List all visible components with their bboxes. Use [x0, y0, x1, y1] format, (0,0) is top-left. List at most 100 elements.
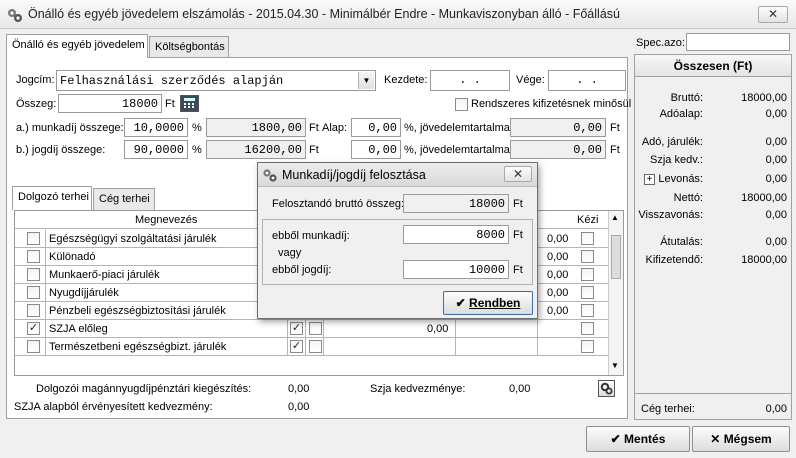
window-title: Önálló és egyéb jövedelem elszámolás - 2… [28, 7, 620, 21]
dialog-munkadij-input[interactable]: 8000 [403, 225, 509, 244]
alap-label: Alap: [322, 122, 348, 134]
check-icon: ✔ [610, 432, 621, 446]
table-row[interactable]: Természetbeni egészségbizt. járulék [15, 338, 608, 356]
vege-label: Vége: [516, 74, 545, 86]
row-select-checkbox[interactable] [27, 268, 40, 281]
summary-panel: Összesen (Ft) Bruttó: 18000,00 Adóalap: … [634, 54, 792, 420]
cancel-button[interactable]: ✕ Mégsem [692, 426, 790, 452]
dialog-brutto-label: Felosztandó bruttó összeg: [272, 198, 405, 210]
row-name: Természetbeni egészségbizt. járulék [49, 341, 227, 353]
ceg-terhei-value: 0,00 [765, 403, 787, 415]
row-divider [455, 338, 456, 356]
jogdij-pct-input[interactable]: 90,0000 [124, 140, 188, 159]
kezdete-label: Kezdete: [384, 74, 428, 86]
row-kezi-checkbox[interactable] [581, 286, 594, 299]
row-value: 0,00 [547, 233, 569, 245]
jogdij-jov: 0,00 [510, 140, 606, 159]
row-kezi-checkbox[interactable] [581, 232, 594, 245]
row-divider [537, 338, 538, 356]
jovedelem-label-b: jövedelemtartalma: [420, 144, 513, 156]
row-divider [323, 320, 324, 338]
osszeg-label: Összeg: [16, 98, 57, 110]
osszeg-ft: Ft [165, 98, 175, 110]
row-name: Egészségügyi szolgáltatási járulék [49, 233, 217, 245]
table-row[interactable]: SZJA előleg 0,00 [15, 320, 608, 338]
row-kezi-checkbox[interactable] [581, 322, 594, 335]
row-select-checkbox[interactable] [27, 286, 40, 299]
levonas-label: Levonás: [658, 173, 703, 185]
atutalas-value: 0,00 [765, 236, 787, 248]
kifizetendo-value: 18000,00 [741, 254, 787, 266]
row-select-checkbox[interactable] [27, 304, 40, 317]
dialog-ok-button[interactable]: ✔ Rendben [443, 291, 533, 315]
save-button[interactable]: ✔ Mentés [586, 426, 690, 452]
row-select-checkbox[interactable] [27, 250, 40, 263]
row-value: 0,00 [547, 305, 569, 317]
dialog-close-button[interactable]: ✕ [504, 166, 532, 182]
jogcim-select[interactable]: Felhasználási szerződés alapján [56, 70, 376, 91]
tab-ceg-terhei[interactable]: Cég terhei [93, 188, 155, 210]
jogdij-alap-input[interactable]: 0,00 [351, 140, 401, 159]
row-flag-checkbox[interactable] [290, 322, 303, 335]
ado-label: Adó, járulék: [641, 136, 703, 148]
grid-scrollbar[interactable]: ▲ ▼ [608, 211, 623, 375]
close-button[interactable]: ✕ [758, 6, 788, 23]
jogcim-value: Felhasználási szerződés alapján [60, 74, 284, 88]
row-divider [45, 230, 46, 248]
tab-dolgozo-terhei[interactable]: Dolgozó terhei [12, 186, 92, 210]
row-kezi-checkbox[interactable] [581, 268, 594, 281]
jogdij-jov-ft: Ft [610, 144, 620, 156]
spec-input[interactable] [686, 33, 790, 51]
tab-koltsegbontas[interactable]: Költségbontás [149, 36, 229, 58]
dialog-jogdij-label: ebből jogdíj: [272, 264, 332, 276]
row-kezi-checkbox[interactable] [581, 340, 594, 353]
tab-onallo[interactable]: Önálló és egyéb jövedelem [6, 34, 148, 58]
row-kezi-checkbox[interactable] [581, 304, 594, 317]
munkadij-alap-input[interactable]: 0,00 [351, 118, 401, 137]
adoalap-value: 0,00 [765, 108, 787, 120]
row-value: 0,00 [547, 287, 569, 299]
dialog-munkadij-ft: Ft [513, 229, 523, 241]
dialog-jogdij-input[interactable]: 10000 [403, 260, 509, 279]
munkadij-jov: 0,00 [510, 118, 606, 137]
munkadij-amount: 1800,00 [206, 118, 306, 137]
jogdij-pct-sign: % [192, 144, 202, 156]
row-flag2-checkbox[interactable] [309, 322, 322, 335]
scroll-thumb[interactable] [611, 235, 621, 279]
magan-value: 0,00 [288, 383, 310, 395]
adoalap-label: Adóalap: [659, 108, 703, 120]
row-name: Pénzbeli egészségbiztosítási járulék [49, 305, 226, 317]
dialog-jogdij-ft: Ft [513, 264, 523, 276]
col-kezi: Kézi [577, 214, 599, 226]
row-divider [323, 338, 324, 356]
row-divider [287, 338, 288, 356]
row-select-checkbox[interactable] [27, 232, 40, 245]
scroll-up-icon[interactable]: ▲ [611, 213, 619, 222]
settings-icon[interactable] [598, 380, 615, 397]
scroll-down-icon[interactable]: ▼ [611, 361, 619, 370]
kezdete-input[interactable]: . . [430, 70, 510, 91]
magan-label: Dolgozói magánnyugdíjpénztári kiegészíté… [36, 383, 252, 395]
row-select-checkbox[interactable] [27, 322, 40, 335]
rendszeres-checkbox[interactable] [455, 98, 468, 111]
row-value: 0,00 [427, 323, 449, 335]
row-value: 0,00 [547, 251, 569, 263]
dialog-check-icon: ✔ [455, 296, 466, 310]
cancel-label: Mégsem [723, 432, 772, 446]
row-divider [45, 302, 46, 320]
row-name: Különadó [49, 251, 96, 263]
spec-label: Spec.azo: [636, 37, 685, 49]
rendszeres-label: Rendszeres kifizetésnek minősül [471, 98, 632, 110]
row-kezi-checkbox[interactable] [581, 250, 594, 263]
expand-levonas-icon[interactable]: + [644, 174, 655, 185]
chevron-down-icon[interactable]: ▼ [358, 72, 374, 89]
osszeg-input[interactable]: 18000 [58, 94, 162, 113]
munkadij-pct-input[interactable]: 10,0000 [124, 118, 188, 137]
dialog-vagy-label: vagy [278, 247, 302, 259]
row-flag2-checkbox[interactable] [309, 340, 322, 353]
row-select-checkbox[interactable] [27, 340, 40, 353]
vege-input[interactable]: . . [548, 70, 626, 91]
dialog-title: Munkadíj/jogdíj felosztása [282, 168, 426, 182]
row-flag-checkbox[interactable] [290, 340, 303, 353]
calculator-icon[interactable] [180, 95, 199, 112]
